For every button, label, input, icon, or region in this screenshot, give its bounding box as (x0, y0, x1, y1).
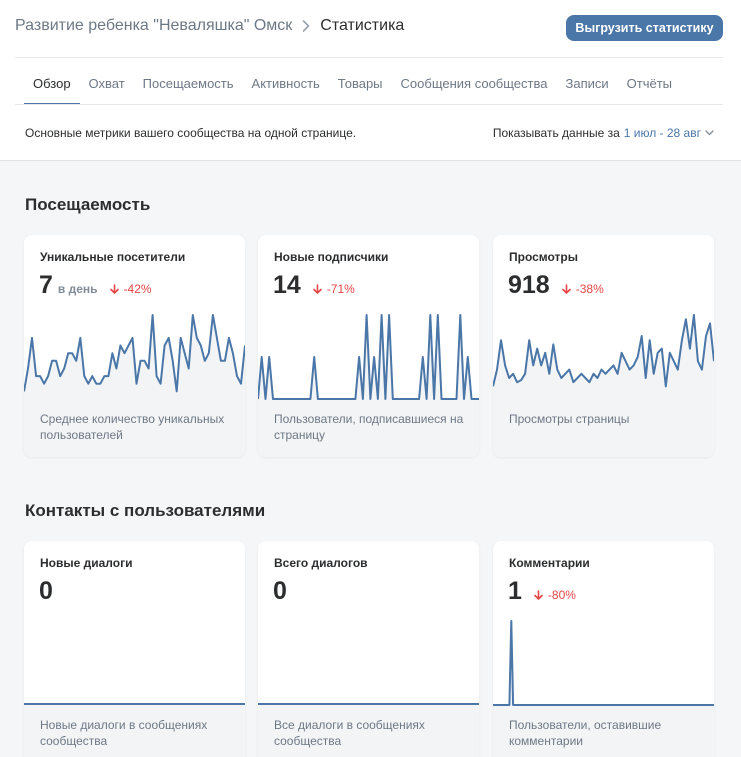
tab-attendance[interactable]: Посещаемость (134, 64, 243, 105)
card-title: Комментарии (509, 556, 590, 570)
card-new-dialogs[interactable]: Новые диалоги 0 Новые диалоги в сообщени… (24, 541, 245, 757)
tab-posts[interactable]: Записи (556, 64, 617, 105)
export-statistics-button[interactable]: Выгрузить статистику (566, 15, 723, 41)
card-footer: Просмотры страницы (509, 412, 630, 426)
card-title: Новые диалоги (40, 556, 133, 570)
card-value: 918 (508, 271, 550, 299)
tab-activity[interactable]: Активность (243, 64, 329, 105)
delta-value: -38% (575, 282, 604, 296)
period-selector[interactable]: Показывать данные за 1 июл - 28 авг (493, 126, 714, 140)
card-footer: Все диалоги в сообщениях сообщества (274, 718, 425, 748)
card-footer: Пользователи, оставившие комментарии (509, 718, 662, 748)
card-footer: Среднее количество уникальных пользовате… (40, 412, 225, 442)
divider (15, 57, 723, 58)
sparkline-chart (258, 619, 479, 707)
breadcrumb: Развитие ребенка "Неваляшка" Омск Статис… (15, 17, 404, 35)
card-unit: в день (57, 282, 98, 296)
section-title-attendance: Посещаемость (25, 195, 151, 214)
delta-badge: -42% (109, 282, 152, 296)
card-unique-visitors[interactable]: Уникальные посетители 7 в день -42% Сред… (24, 235, 245, 457)
card-value: 1 (508, 577, 522, 605)
arrow-down-icon (534, 590, 543, 600)
card-footer: Новые диалоги в сообщениях сообщества (40, 718, 208, 748)
breadcrumb-community-link[interactable]: Развитие ребенка "Неваляшка" Омск (15, 17, 292, 35)
section-title-contacts: Контакты с пользователями (25, 501, 266, 520)
delta-badge: -38% (561, 282, 604, 296)
sparkline-chart (24, 619, 245, 707)
delta-value: -71% (326, 282, 355, 296)
card-title: Новые подписчики (274, 250, 389, 264)
card-footer: Пользователи, подписавшиеся на страницу (274, 412, 464, 442)
delta-badge: -71% (313, 282, 355, 296)
period-label: Показывать данные за (492, 126, 620, 140)
sparkline-area (493, 621, 714, 707)
delta-badge: -80% (534, 588, 576, 602)
sparkline-chart (493, 313, 714, 401)
card-views[interactable]: Просмотры 918 -38% Просмотры страницы (493, 235, 714, 457)
tab-community-messages[interactable]: Сообщения сообщества (392, 64, 557, 105)
chevron-down-icon[interactable] (705, 130, 714, 136)
sparkline-line (493, 621, 714, 705)
card-total-dialogs[interactable]: Всего диалогов 0 Все диалоги в сообщения… (258, 541, 479, 757)
tab-reports[interactable]: Отчёты (618, 64, 681, 105)
tab-reach[interactable]: Охват (80, 64, 134, 105)
card-value: 0 (39, 577, 53, 605)
sparkline-chart (258, 313, 479, 401)
top-panel: Развитие ребенка "Неваляшка" Омск Статис… (0, 0, 741, 161)
card-new-subscribers[interactable]: Новые подписчики 14 -71% Пользователи, п… (258, 235, 479, 457)
summary-description: Основные метрики вашего сообщества на од… (25, 126, 357, 140)
card-comments[interactable]: Комментарии 1 -80% Пользователи, оставив… (493, 541, 714, 757)
card-value: 7 (39, 271, 53, 299)
card-title: Уникальные посетители (40, 250, 186, 264)
tab-overview[interactable]: Обзор (24, 64, 80, 105)
tabs-divider (15, 104, 723, 105)
card-title: Просмотры (509, 250, 579, 264)
arrow-down-icon (561, 284, 571, 294)
card-value: 0 (273, 577, 287, 605)
tab-products[interactable]: Товары (329, 64, 392, 105)
tab-bar: Обзор Охват Посещаемость Активность Това… (24, 64, 681, 105)
period-range[interactable]: 1 июл - 28 авг (624, 126, 701, 140)
sparkline-chart (24, 313, 245, 401)
page-title: Статистика (320, 17, 405, 34)
sparkline-chart (493, 619, 714, 707)
arrow-down-icon (109, 284, 119, 294)
delta-value: -80% (547, 588, 576, 602)
card-title: Всего диалогов (274, 556, 368, 570)
card-value: 14 (273, 271, 301, 299)
delta-value: -42% (123, 282, 152, 296)
arrow-down-icon (313, 284, 322, 294)
chevron-right-icon (302, 20, 310, 32)
